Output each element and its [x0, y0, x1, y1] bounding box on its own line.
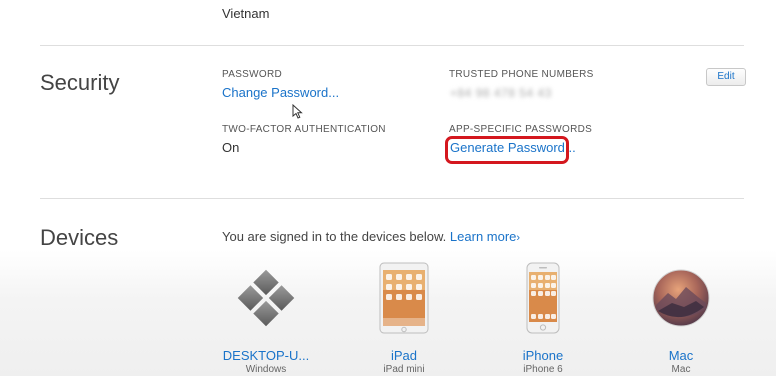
- device-model: Windows: [245, 364, 287, 375]
- divider: [40, 45, 744, 46]
- ipad-icon: [344, 262, 464, 334]
- device-model: iPad mini: [383, 364, 425, 375]
- edit-security-button[interactable]: Edit: [706, 68, 746, 86]
- change-password-link[interactable]: Change Password...: [222, 85, 339, 100]
- chevron-right-icon: ›: [516, 232, 521, 244]
- signed-in-text-row: You are signed in to the devices below. …: [222, 229, 520, 244]
- mac-icon: [621, 262, 741, 334]
- learn-more-link[interactable]: Learn more: [450, 229, 516, 244]
- device-card-mac[interactable]: Mac Mac: [621, 262, 741, 375]
- windows-pc-icon: [206, 262, 326, 334]
- apple-id-account-page: Vietnam Security PASSWORD Change Passwor…: [0, 0, 776, 376]
- signed-in-text: You are signed in to the devices below.: [222, 229, 447, 244]
- password-label: PASSWORD: [222, 69, 282, 80]
- trusted-phone-label: TRUSTED PHONE NUMBERS: [449, 69, 594, 80]
- device-card-ipad[interactable]: iPad iPad mini: [344, 262, 464, 375]
- device-name[interactable]: iPad: [344, 348, 464, 363]
- two-factor-value: On: [222, 140, 240, 155]
- iphone-icon: [483, 262, 603, 334]
- device-name[interactable]: DESKTOP-U...: [206, 348, 326, 363]
- device-name[interactable]: iPhone: [483, 348, 603, 363]
- device-card-desktop[interactable]: DESKTOP-U... Windows: [206, 262, 326, 375]
- divider: [40, 198, 744, 199]
- mouse-cursor-icon: [292, 104, 303, 119]
- device-model: iPhone 6: [523, 364, 563, 375]
- highlight-box: [445, 136, 569, 164]
- devices-section-title: Devices: [40, 225, 119, 250]
- device-card-iphone[interactable]: iPhone iPhone 6: [483, 262, 603, 375]
- trusted-phone-value: +84 98 478 54 43: [450, 86, 552, 100]
- app-passwords-label: APP-SPECIFIC PASSWORDS: [449, 124, 593, 135]
- security-section-title: Security: [40, 70, 120, 95]
- device-model: Mac: [671, 364, 691, 375]
- device-name[interactable]: Mac: [621, 348, 741, 363]
- country-value: Vietnam: [222, 6, 270, 21]
- two-factor-label: TWO-FACTOR AUTHENTICATION: [222, 124, 386, 135]
